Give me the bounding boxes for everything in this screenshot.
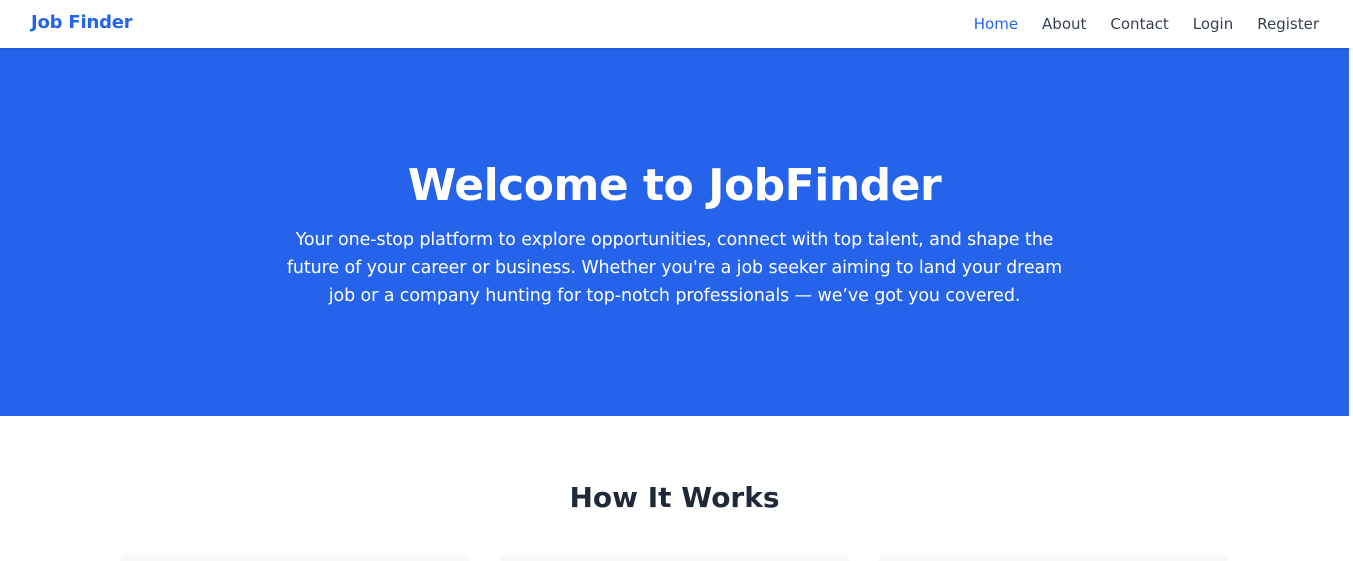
step-card: [500, 554, 850, 561]
hero-subtitle: Your one-stop platform to explore opport…: [286, 230, 1063, 306]
how-it-works-title: How It Works: [569, 481, 780, 514]
step-card: [120, 554, 470, 561]
page: Job Finder Home About Contact Login Regi…: [0, 0, 1353, 561]
nav-links: Home About Contact Login Register: [974, 0, 1319, 48]
nav-link-register[interactable]: Register: [1257, 1, 1319, 47]
hero-section: Welcome to JobFinder Your one-stop platf…: [0, 48, 1349, 416]
hero-title: Welcome to JobFinder: [407, 160, 942, 211]
nav-link-about[interactable]: About: [1042, 1, 1086, 47]
navbar: Job Finder Home About Contact Login Regi…: [0, 0, 1353, 48]
brand-logo[interactable]: Job Finder: [31, 0, 133, 48]
step-card: [878, 554, 1228, 561]
scrollbar[interactable]: [1349, 48, 1353, 561]
how-it-works-cards: [120, 554, 1230, 561]
nav-link-contact[interactable]: Contact: [1110, 1, 1168, 47]
nav-link-login[interactable]: Login: [1193, 1, 1233, 47]
nav-link-home[interactable]: Home: [974, 1, 1018, 47]
